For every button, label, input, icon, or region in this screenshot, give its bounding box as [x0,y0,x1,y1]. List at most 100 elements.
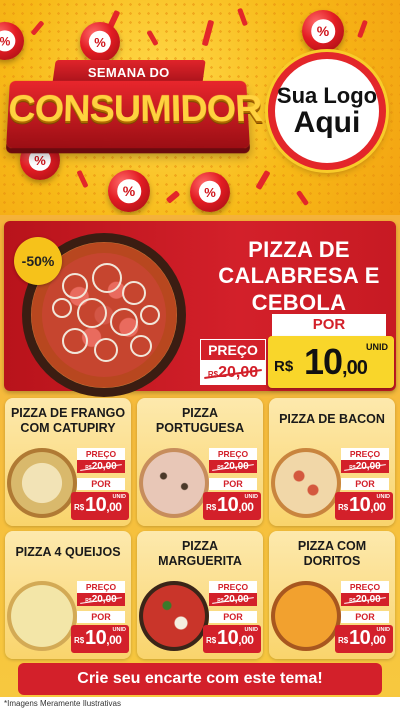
product-title: PIZZA COM DORITOS [273,539,391,569]
footer: *Imagens Meramente Ilustrativas [0,697,400,711]
old-price-value: 20,00 [355,461,381,472]
preco-label: PREÇO [77,581,125,593]
percent-ball-icon: % [80,22,120,62]
preco-label: PREÇO [200,339,266,361]
pizza-portuguesa-image [139,448,209,518]
logo-line1: Sua Logo [276,82,378,108]
price-dec: ,00 [370,500,386,514]
price-tag: R$ 10,00 UNID [203,625,261,653]
product-title-line: PORTUGUESA [155,421,245,435]
price-int: 10 [349,627,371,649]
old-price-box: PREÇO R$20,00 [341,448,389,473]
featured-old-price: PREÇO R$20,00 [200,339,266,385]
unit-label: UNID [244,627,258,633]
featured-offer: -50% PIZZA DE CALABRESA E CEBOLA PREÇO R… [4,221,396,397]
onion-ring [77,298,107,328]
price-int: 10 [304,341,343,382]
unit-label: UNID [112,627,126,633]
old-price: R$20,00 [341,593,389,606]
product-title-line: DORITOS [303,554,361,568]
product-card: PIZZA 4 QUEIJOS PREÇO R$20,00 POR R$ 10,00… [5,531,131,659]
price-tag: R$ 10,00 UNID [203,492,261,520]
old-price-value: 20,00 [223,461,249,472]
preco-label: PREÇO [209,581,257,593]
preco-label: PREÇO [77,448,125,460]
currency: R$ [338,636,349,645]
por-label: POR [209,478,257,490]
por-label: POR [272,314,386,336]
price-dec: ,00 [238,633,254,647]
price-int: 10 [217,494,239,516]
onion-ring [62,328,88,354]
logo-placeholder: Sua Logo Aqui [268,52,386,170]
old-price-value: 20,00 [91,594,117,605]
unit-label: UNID [244,494,258,500]
offers-section: -50% PIZZA DE CALABRESA E CEBOLA PREÇO R… [0,215,400,711]
onion-ring [110,308,138,336]
price-value: 10,00 [304,341,368,383]
old-price-box: PREÇO R$20,00 [77,581,125,606]
onion-ring [140,305,160,325]
product-title-line: PIZZA [181,539,219,553]
old-price-value: 20,00 [218,364,259,381]
old-price: R$20,00 [341,460,389,473]
product-card: PIZZA DE BACON PREÇO R$20,00 POR R$ 10,00 U… [269,398,395,526]
price-dec: ,00 [238,500,254,514]
featured-title: PIZZA DE CALABRESA E CEBOLA [204,237,394,316]
unit-label: UNID [366,342,388,352]
preco-label: PREÇO [341,581,389,593]
featured-price-tag: R$ 10,00 UNID [268,336,394,388]
price-int: 10 [85,627,107,649]
pizza-marguerita-image [139,581,209,651]
preco-label: PREÇO [341,448,389,460]
price-dec: ,00 [370,633,386,647]
footnote: *Imagens Meramente Ilustrativas [4,699,121,708]
por-label: POR [77,478,125,490]
product-title-line: PIZZA 4 QUEIJOS [15,545,121,559]
currency: R$ [338,503,349,512]
old-price: R$20,00 [209,593,257,606]
product-title: PIZZA DE BACON [273,412,391,427]
price-int: 10 [85,494,107,516]
price-tag: R$ 10,00 UNID [335,625,393,653]
old-price: R$20,00 [77,460,125,473]
percent-ball-icon: % [190,172,230,212]
pizza-frango-image [7,448,77,518]
price-dec: ,00 [106,500,122,514]
price-tag: R$ 10,00 UNID [335,492,393,520]
product-card: PIZZA COM DORITOS PREÇO R$20,00 POR R$ 10,0… [269,531,395,659]
banner-main: CONSUMIDOR [6,80,263,149]
onion-ring [62,273,88,299]
product-title-line: PIZZA COM [297,539,367,553]
product-title-line: PIZZA DE FRANGO [10,406,126,420]
old-price-box: PREÇO R$20,00 [209,581,257,606]
price-tag: R$ 10,00 UNID [71,492,129,520]
old-price-value: 20,00 [355,594,381,605]
logo-line2: Aqui [293,105,361,139]
percent-ball-icon: % [302,10,344,52]
por-label: POR [341,611,389,623]
currency: R$ [206,636,217,645]
old-price-box: PREÇO R$20,00 [209,448,257,473]
old-price-value: 20,00 [223,594,249,605]
preco-label: PREÇO [209,448,257,460]
currency: R$ [206,503,217,512]
onion-ring [130,335,152,357]
banner-top-text: SEMANA DO [88,64,170,80]
price-int: 10 [349,494,371,516]
product-card: PIZZA DE FRANGO COM CATUPIRY PREÇO R$20,00… [5,398,131,526]
product-title: PIZZA 4 QUEIJOS [9,545,127,560]
currency: R$ [74,503,85,512]
featured-title-line: PIZZA DE [248,237,350,262]
product-title: PIZZA MARGUERITA [141,539,259,569]
campaign-banner: SEMANA DO CONSUMIDOR [6,58,263,158]
cta-banner[interactable]: Crie seu encarte com este tema! [18,663,382,695]
old-price: R$20,00 [77,593,125,606]
discount-badge: -50% [14,237,62,285]
unit-label: UNID [376,627,390,633]
featured-title-line: CALABRESA E [218,263,380,289]
old-price-box: PREÇO R$20,00 [341,581,389,606]
product-title-line: COM CATUPIRY [20,421,116,435]
onion-ring [122,281,146,305]
product-card: PIZZA PORTUGUESA PREÇO R$20,00 POR R$ 10,00… [137,398,263,526]
